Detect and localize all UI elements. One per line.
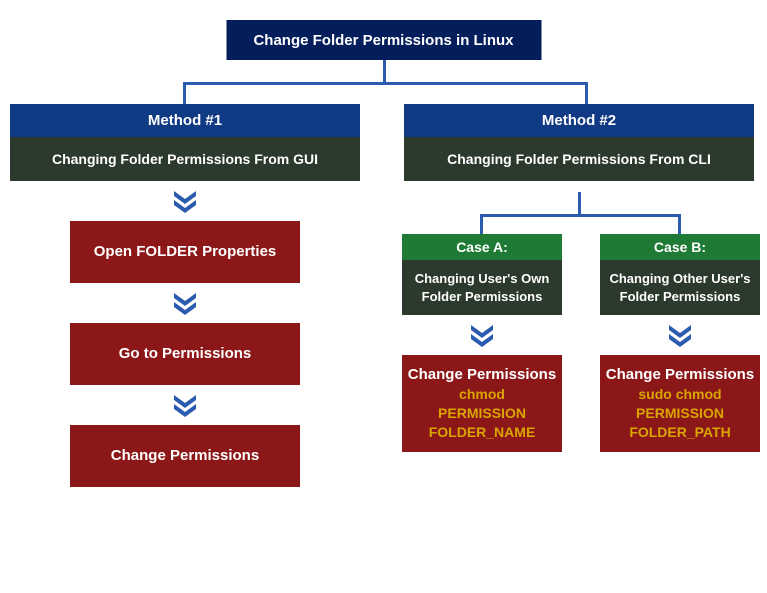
case-a-column: Case A: Changing User's Own Folder Permi…	[402, 234, 562, 452]
chevrons-down-icon	[469, 323, 495, 347]
step-label: Change Permissions	[111, 446, 259, 466]
case-a-subtitle: Changing User's Own Folder Permissions	[402, 260, 562, 315]
connector	[585, 82, 588, 104]
chevrons-down-icon	[172, 189, 198, 213]
command-line: PERMISSION	[438, 404, 526, 423]
method1-column: Method #1 Changing Folder Permissions Fr…	[10, 104, 360, 487]
connector	[480, 214, 483, 234]
command-line: chmod	[459, 385, 505, 404]
chevrons-down-icon	[172, 291, 198, 315]
step-label: Change Permissions	[408, 365, 556, 385]
connector	[578, 192, 581, 214]
case-b-step: Change Permissions sudo chmod PERMISSION…	[600, 355, 760, 452]
step-label: Change Permissions	[606, 365, 754, 385]
case-a-header: Case A:	[402, 234, 562, 260]
method1-step-1: Open FOLDER Properties	[70, 221, 300, 283]
command-line: sudo chmod	[638, 385, 721, 404]
case-b-column: Case B: Changing Other User's Folder Per…	[600, 234, 760, 452]
command-line: FOLDER_PATH	[629, 423, 730, 442]
command-line: FOLDER_NAME	[429, 423, 536, 442]
case-a-step: Change Permissions chmod PERMISSION FOLD…	[402, 355, 562, 452]
step-label: Open FOLDER Properties	[94, 242, 277, 262]
connector	[183, 82, 586, 85]
step-label: Go to Permissions	[119, 344, 252, 364]
command-line: PERMISSION	[636, 404, 724, 423]
method2-header: Method #2	[404, 104, 754, 137]
connector	[678, 214, 681, 234]
connector	[383, 60, 386, 82]
method2-column: Method #2 Changing Folder Permissions Fr…	[404, 104, 754, 181]
method1-header: Method #1	[10, 104, 360, 137]
connector	[480, 214, 680, 217]
chevrons-down-icon	[667, 323, 693, 347]
method1-step-3: Change Permissions	[70, 425, 300, 487]
case-b-header: Case B:	[600, 234, 760, 260]
chevrons-down-icon	[172, 393, 198, 417]
method2-subtitle: Changing Folder Permissions From CLI	[404, 137, 754, 181]
connector	[183, 82, 186, 104]
case-b-subtitle: Changing Other User's Folder Permissions	[600, 260, 760, 315]
method1-step-2: Go to Permissions	[70, 323, 300, 385]
method1-subtitle: Changing Folder Permissions From GUI	[10, 137, 360, 181]
diagram-title: Change Folder Permissions in Linux	[226, 20, 541, 60]
